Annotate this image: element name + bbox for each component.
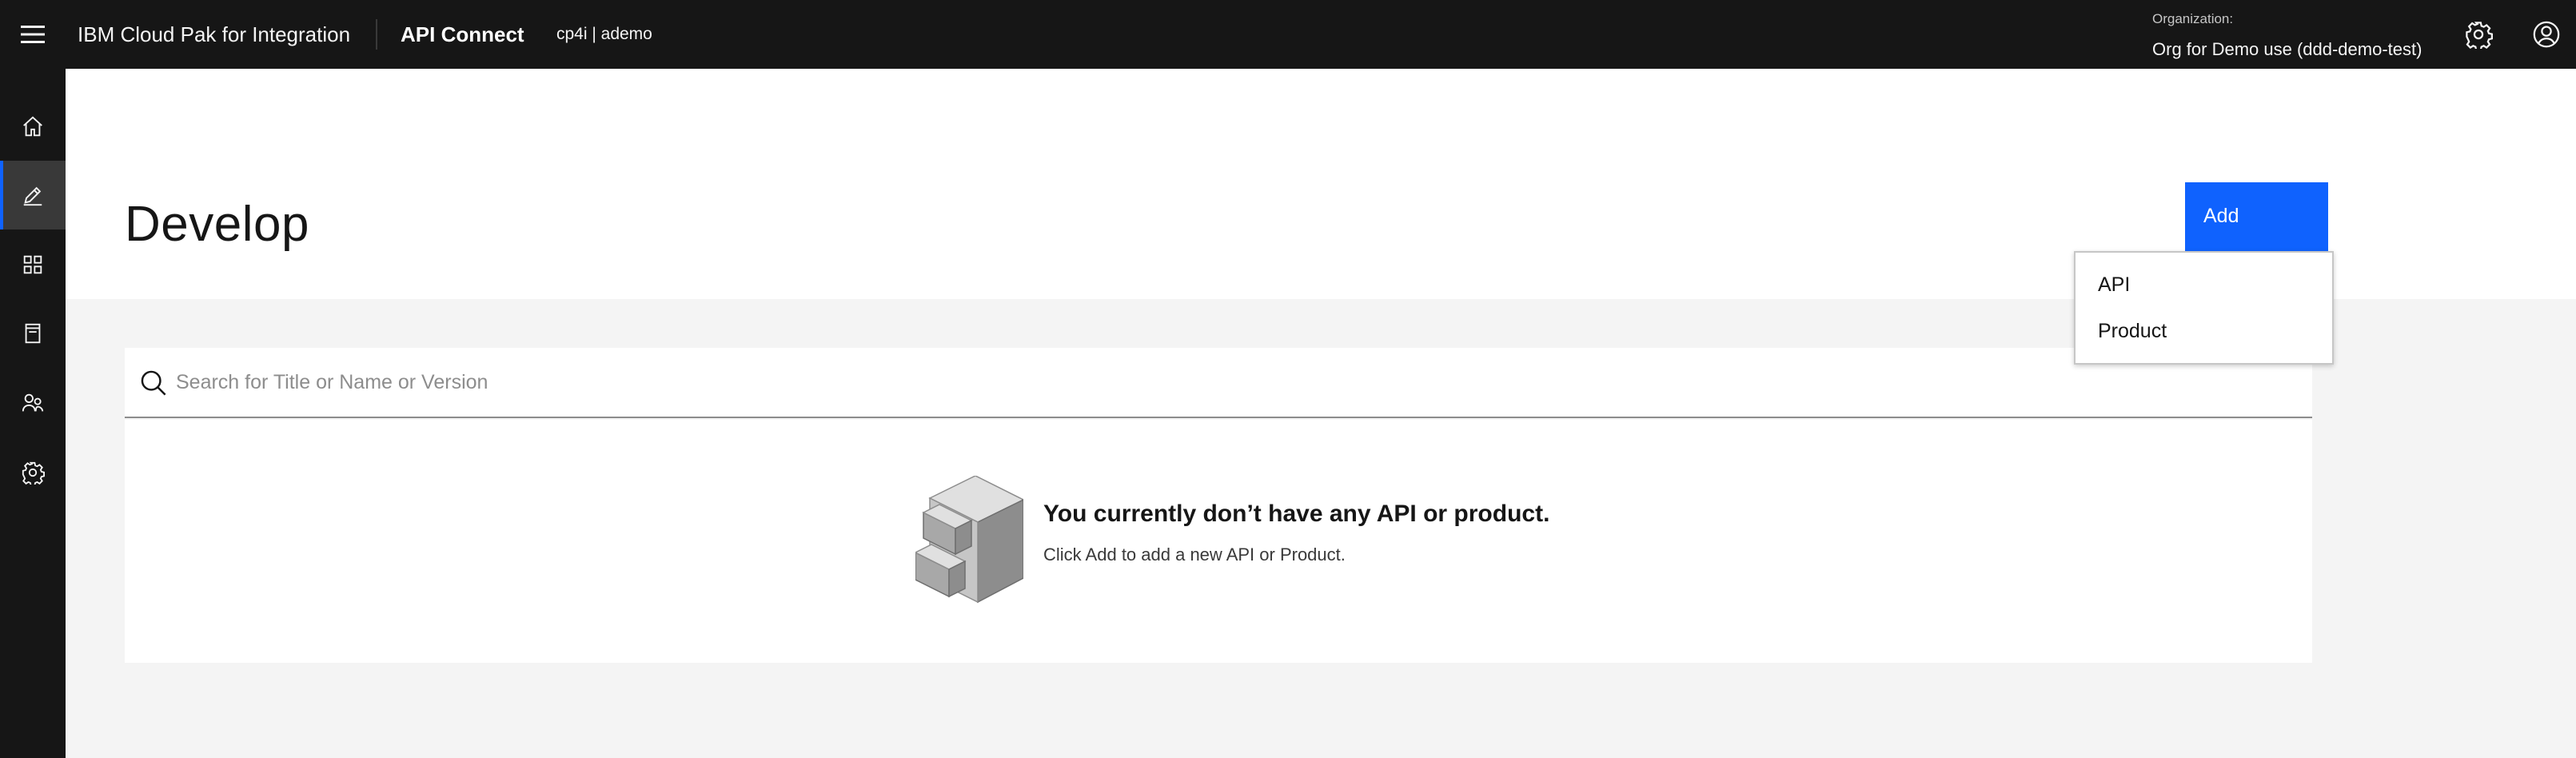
sidebar-item-manage[interactable] (0, 230, 66, 299)
menu-item-product[interactable]: Product (2076, 308, 2332, 354)
filing-cabinet-illustration (915, 476, 1023, 604)
home-icon (23, 116, 42, 137)
sidebar-item-develop[interactable] (0, 161, 66, 229)
sidebar-item-home[interactable] (0, 92, 66, 161)
add-button[interactable]: Add (2185, 182, 2328, 251)
edit-icon (23, 186, 42, 206)
user-multiple-icon (22, 393, 44, 412)
search-input[interactable] (176, 348, 2255, 417)
settings-icon (22, 461, 45, 485)
organization-label: Organization: (2152, 11, 2234, 26)
user-avatar-icon (2533, 21, 2560, 48)
instance-name: cp4i | ademo (556, 25, 652, 43)
empty-state-title: You currently don’t have any API or prod… (1043, 501, 1550, 527)
product-name[interactable]: API Connect (401, 0, 524, 69)
empty-state-text: Click Add to add a new API or Product. (1043, 545, 1346, 565)
menu-item-api[interactable]: API (2076, 261, 2332, 308)
user-profile-button[interactable] (2512, 0, 2576, 69)
apps-icon (23, 255, 42, 274)
empty-state-panel (125, 420, 2312, 663)
side-navigation (0, 69, 66, 758)
settings-button[interactable] (2444, 0, 2513, 69)
top-header: IBM Cloud Pak for Integration API Connec… (0, 0, 2576, 69)
notebook-icon (25, 323, 41, 344)
settings-icon (2466, 22, 2493, 49)
header-divider (376, 19, 377, 50)
sidebar-item-settings[interactable] (0, 438, 66, 507)
menu-button[interactable] (0, 0, 66, 69)
search-icon (141, 370, 166, 396)
add-dropdown-menu: API Product (2074, 251, 2334, 365)
sidebar-item-catalog[interactable] (0, 299, 66, 368)
brand-name[interactable]: IBM Cloud Pak for Integration (78, 0, 350, 69)
search-bar (125, 348, 2312, 418)
menu-icon (21, 26, 45, 43)
sidebar-item-members[interactable] (0, 369, 66, 437)
organization-selector[interactable]: Org for Demo use (ddd-demo-test) (2152, 39, 2422, 60)
page-title: Develop (125, 197, 309, 252)
